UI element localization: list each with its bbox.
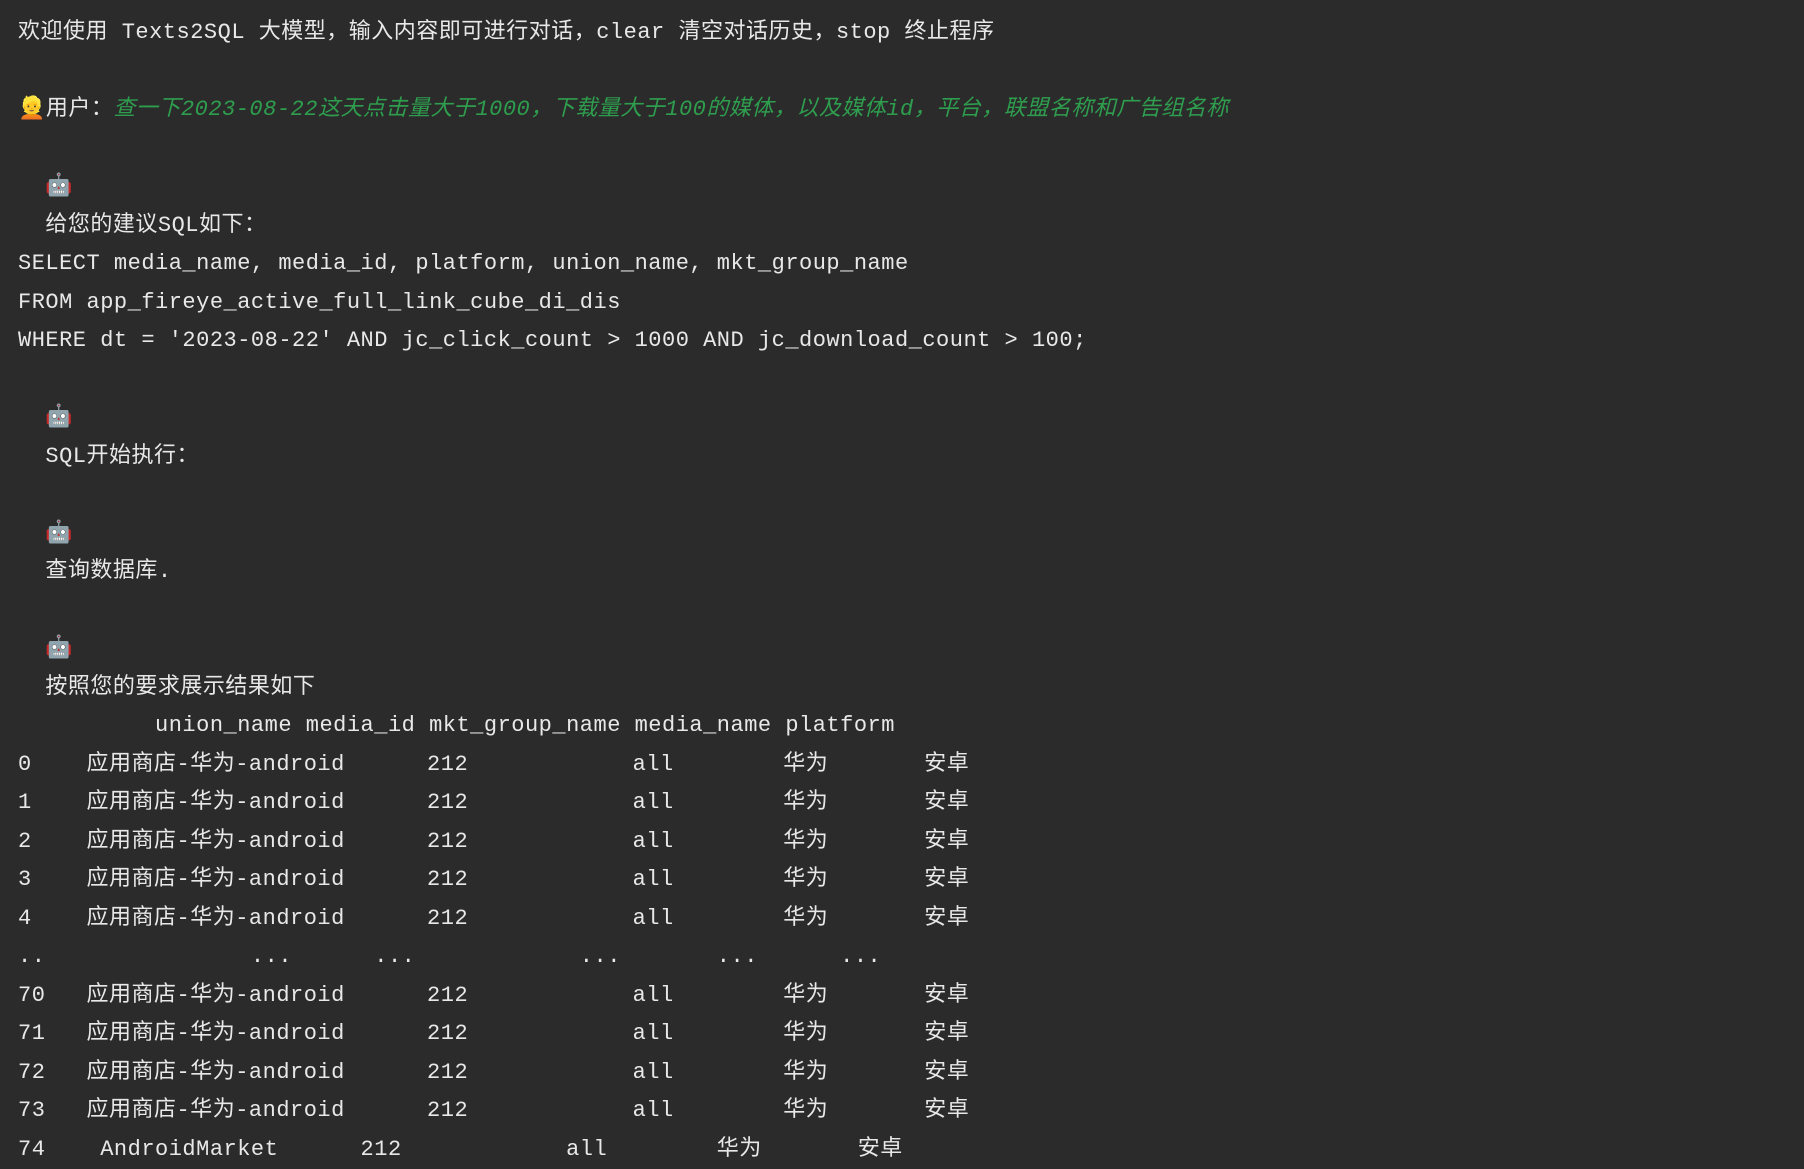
robot-exec-line: 🤖 SQL开始执行：	[18, 361, 1786, 477]
robot-exec-label: SQL开始执行：	[45, 444, 199, 469]
table-header: union_name media_id mkt_group_name media…	[18, 707, 1786, 746]
robot-emoji-icon: 🤖	[45, 636, 73, 661]
table-row: 2 应用商店-华为-android 212 all 华为 安卓	[18, 823, 1786, 862]
robot-emoji-icon: 🤖	[45, 174, 73, 199]
table-row-ellipsis: .. ... ... ... ... ...	[18, 938, 1786, 977]
table-row: 74 AndroidMarket 212 all 华为 安卓	[18, 1131, 1786, 1169]
table-row: 70 应用商店-华为-android 212 all 华为 安卓	[18, 977, 1786, 1016]
table-row: 0 应用商店-华为-android 212 all 华为 安卓	[18, 746, 1786, 785]
user-query-text: 查一下2023-08-22这天点击量大于1000，下载量大于100的媒体，以及媒…	[113, 91, 1228, 130]
robot-result-label: 按照您的要求展示结果如下	[45, 675, 315, 700]
robot-suggest-label: 给您的建议SQL如下：	[45, 213, 266, 238]
sql-line-1: FROM app_fireye_active_full_link_cube_di…	[18, 284, 1786, 323]
user-prefix-label: 用户：	[46, 91, 114, 130]
welcome-message: 欢迎使用 Texts2SQL 大模型，输入内容即可进行对话，clear 清空对话…	[18, 14, 1786, 53]
sql-line-2: WHERE dt = '2023-08-22' AND jc_click_cou…	[18, 322, 1786, 361]
table-row: 3 应用商店-华为-android 212 all 华为 安卓	[18, 861, 1786, 900]
robot-emoji-icon: 🤖	[45, 521, 73, 546]
blank-line	[18, 53, 1786, 92]
table-row: 73 应用商店-华为-android 212 all 华为 安卓	[18, 1092, 1786, 1131]
robot-querydb-line: 🤖 查询数据库.	[18, 476, 1786, 592]
table-row: 71 应用商店-华为-android 212 all 华为 安卓	[18, 1015, 1786, 1054]
sql-line-0: SELECT media_name, media_id, platform, u…	[18, 245, 1786, 284]
robot-querydb-label: 查询数据库.	[45, 559, 171, 584]
user-prompt-line: 👱 用户： 查一下2023-08-22这天点击量大于1000，下载量大于100的…	[18, 91, 1786, 130]
robot-emoji-icon: 🤖	[45, 405, 73, 430]
user-emoji-icon: 👱	[18, 91, 46, 130]
table-row: 4 应用商店-华为-android 212 all 华为 安卓	[18, 900, 1786, 939]
table-row: 72 应用商店-华为-android 212 all 华为 安卓	[18, 1054, 1786, 1093]
robot-result-line: 🤖 按照您的要求展示结果如下	[18, 592, 1786, 708]
robot-suggest-line: 🤖 给您的建议SQL如下：	[18, 130, 1786, 246]
table-row: 1 应用商店-华为-android 212 all 华为 安卓	[18, 784, 1786, 823]
